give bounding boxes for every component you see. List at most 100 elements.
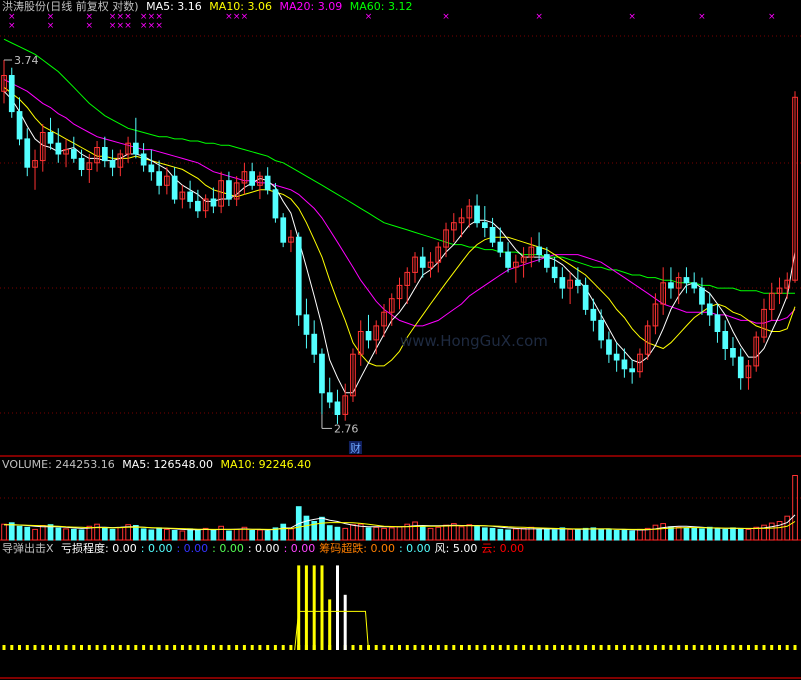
candle-body — [171, 175, 178, 200]
candle-body — [730, 348, 736, 358]
indicator-baseline-marker — [684, 645, 688, 650]
volume-bar — [202, 527, 209, 541]
candle-body — [102, 147, 108, 162]
candle-body — [109, 160, 116, 168]
watermark: www.HongGuX.com — [400, 332, 548, 350]
indicator-baseline-marker — [95, 645, 99, 650]
indicator-baseline-marker — [351, 645, 355, 650]
indicator-baseline-marker — [599, 645, 603, 650]
volume-bar — [683, 527, 690, 541]
candle-body — [319, 353, 325, 394]
volume-bar — [652, 524, 659, 541]
volume-bar — [233, 528, 240, 541]
indicator-baseline-marker — [273, 645, 277, 650]
indicator-bar — [343, 594, 347, 650]
indicator-baseline-marker — [266, 645, 270, 650]
volume-bar — [24, 526, 31, 541]
volume-bar — [319, 516, 325, 541]
volume-bar — [39, 525, 46, 541]
candle-body — [24, 138, 31, 168]
cross-marker: × — [241, 12, 249, 22]
candle-body — [8, 75, 15, 113]
volume-bar — [768, 522, 775, 541]
volume-bar — [334, 526, 341, 541]
volume-bar — [187, 528, 194, 541]
volume-bar — [621, 529, 628, 541]
indicator-baseline-marker — [708, 645, 712, 650]
indicator-baseline-marker — [692, 645, 696, 650]
indicator-baseline-marker — [258, 645, 262, 650]
indicator-baseline-marker — [49, 645, 52, 650]
candle-body — [156, 171, 163, 186]
volume-bar — [55, 527, 62, 541]
volume-bar — [218, 525, 225, 541]
candle-body — [226, 180, 232, 200]
volume-bar — [16, 525, 23, 541]
volume-bar — [706, 526, 713, 541]
volume-bar — [381, 527, 387, 541]
volume-bar — [63, 528, 69, 541]
indicator-baseline-marker — [661, 645, 665, 650]
indicator-bar — [328, 599, 332, 650]
indicator-baseline-marker — [591, 645, 595, 650]
candle-body — [699, 287, 705, 305]
indicator-baseline-marker — [211, 645, 215, 650]
candle-body — [621, 359, 628, 370]
candle-body — [575, 279, 581, 286]
candle-body — [737, 356, 744, 379]
indicator-baseline-marker — [653, 645, 657, 650]
indicator-baseline-marker — [235, 645, 239, 650]
volume-bar — [365, 527, 372, 541]
cross-marker: × — [8, 21, 16, 31]
indicator-baseline-marker — [747, 645, 750, 650]
volume-bar — [520, 527, 527, 541]
indicator-baseline-marker — [64, 645, 68, 650]
candle-body — [606, 339, 612, 355]
cross-marker: × — [768, 12, 776, 22]
volume-bar — [326, 525, 333, 541]
candle-body — [474, 205, 480, 224]
indicator-baseline-marker — [770, 645, 774, 650]
indicator-baseline-marker — [398, 645, 401, 650]
indicator-baseline-marker — [731, 645, 735, 650]
indicator-baseline-marker — [374, 645, 378, 650]
indicator-baseline-marker — [560, 645, 564, 650]
candle-body — [195, 200, 201, 212]
indicator-baseline-marker — [111, 645, 115, 650]
volume-bar — [102, 527, 108, 541]
candle-body — [78, 157, 85, 170]
volume-bar — [660, 523, 666, 541]
indicator-baseline-marker — [429, 645, 432, 650]
volume-bar — [249, 530, 256, 541]
indicator-baseline-marker — [514, 645, 518, 650]
candle-body — [210, 198, 217, 207]
volume-bar — [675, 526, 682, 541]
indicator-baseline-marker — [382, 645, 386, 650]
volume-bar — [482, 527, 488, 541]
candle-body — [272, 189, 279, 219]
volume-bar — [32, 528, 38, 541]
volume-bar — [140, 528, 147, 541]
candle-body — [140, 153, 147, 166]
candle-body — [16, 111, 23, 140]
cross-marker: × — [155, 21, 163, 31]
finance-marker: 财 — [350, 441, 361, 455]
indicator-baseline-marker — [568, 645, 572, 650]
indicator-baseline-marker — [467, 645, 471, 650]
volume-bar — [412, 521, 418, 541]
volume-bar — [606, 528, 612, 541]
volume-bar — [629, 530, 635, 541]
candle-body — [668, 282, 674, 289]
indicator-baseline-marker — [529, 645, 533, 650]
indicator-baseline-marker — [723, 645, 727, 650]
volume-bar — [257, 529, 263, 541]
candle-body — [47, 132, 54, 144]
candle-body — [544, 254, 550, 268]
volume-series — [1, 475, 798, 541]
volume-bar — [458, 526, 465, 541]
indicator-baseline-marker — [778, 645, 781, 650]
volume-bar — [303, 515, 310, 541]
indicator-baseline-marker — [436, 645, 440, 650]
indicator-bar — [320, 565, 324, 650]
indicator-baseline-marker — [622, 645, 626, 650]
